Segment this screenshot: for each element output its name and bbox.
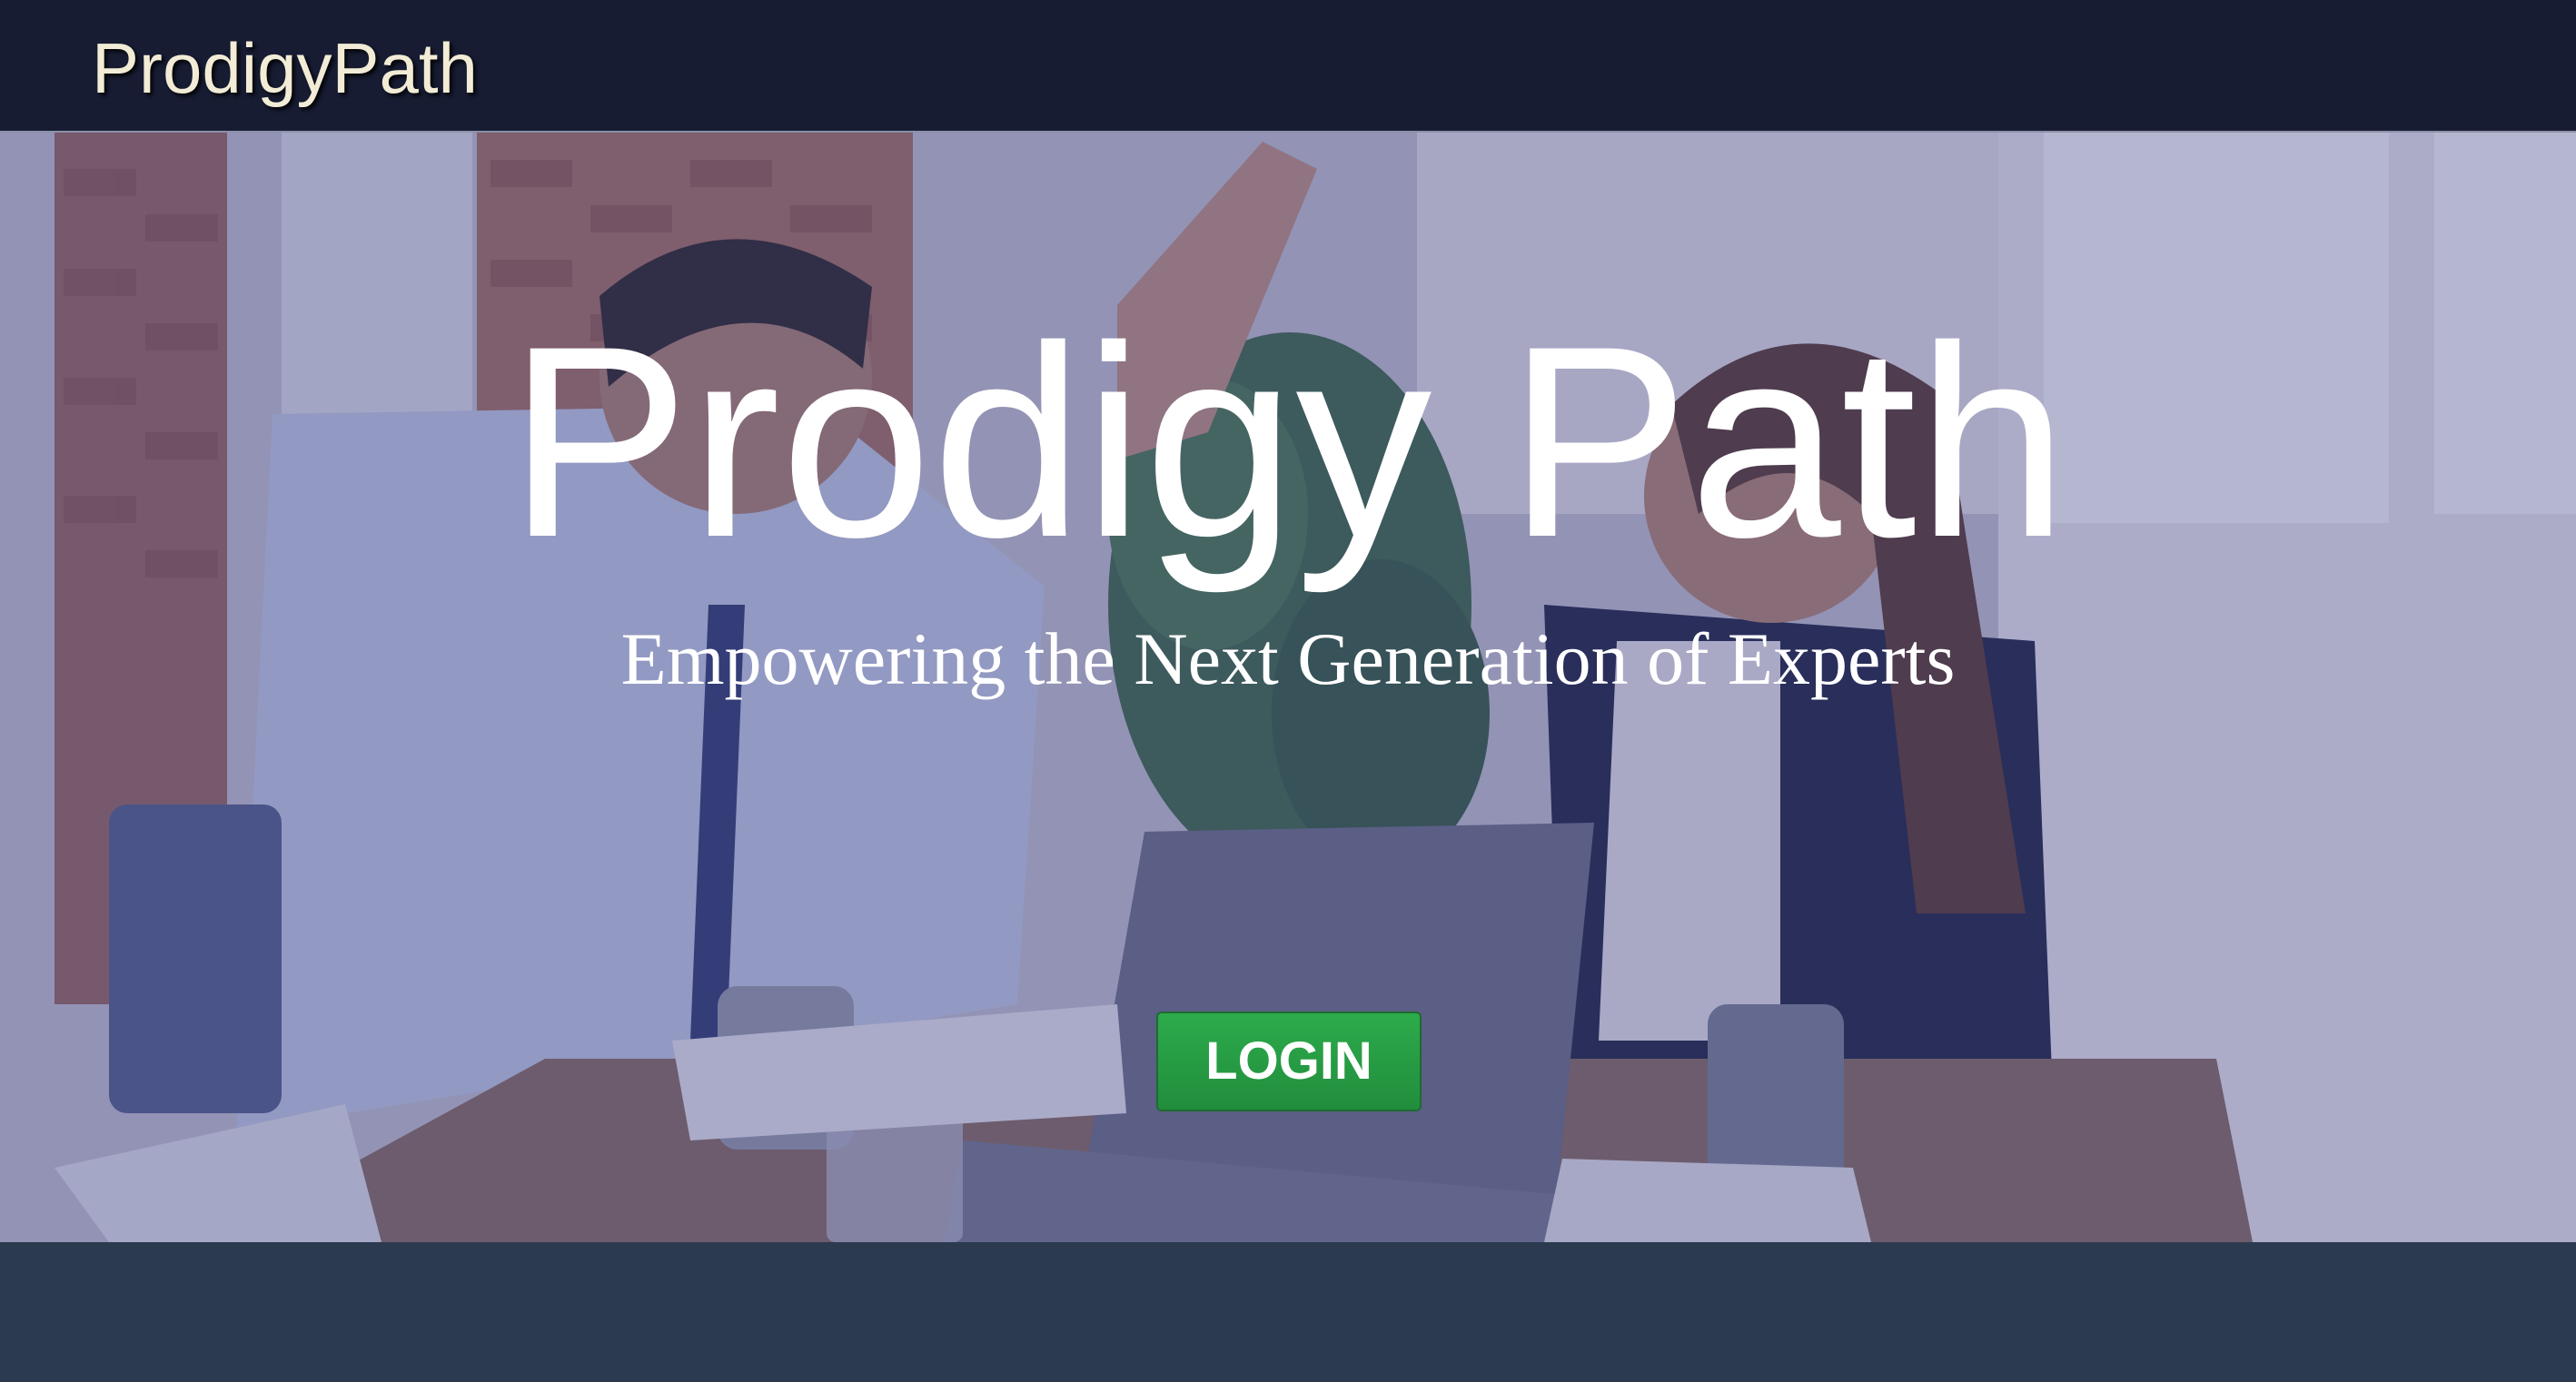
hero-title: Prodigy Path bbox=[508, 289, 2068, 594]
hero-section: Prodigy Path Empowering the Next Generat… bbox=[0, 133, 2576, 1242]
login-button[interactable]: LOGIN bbox=[1156, 1012, 1422, 1111]
footer-band bbox=[0, 1242, 2576, 1382]
top-navbar: ProdigyPath bbox=[0, 0, 2576, 133]
hero-subtitle: Empowering the Next Generation of Expert… bbox=[620, 617, 1956, 700]
brand-logo-text[interactable]: ProdigyPath bbox=[92, 27, 478, 109]
